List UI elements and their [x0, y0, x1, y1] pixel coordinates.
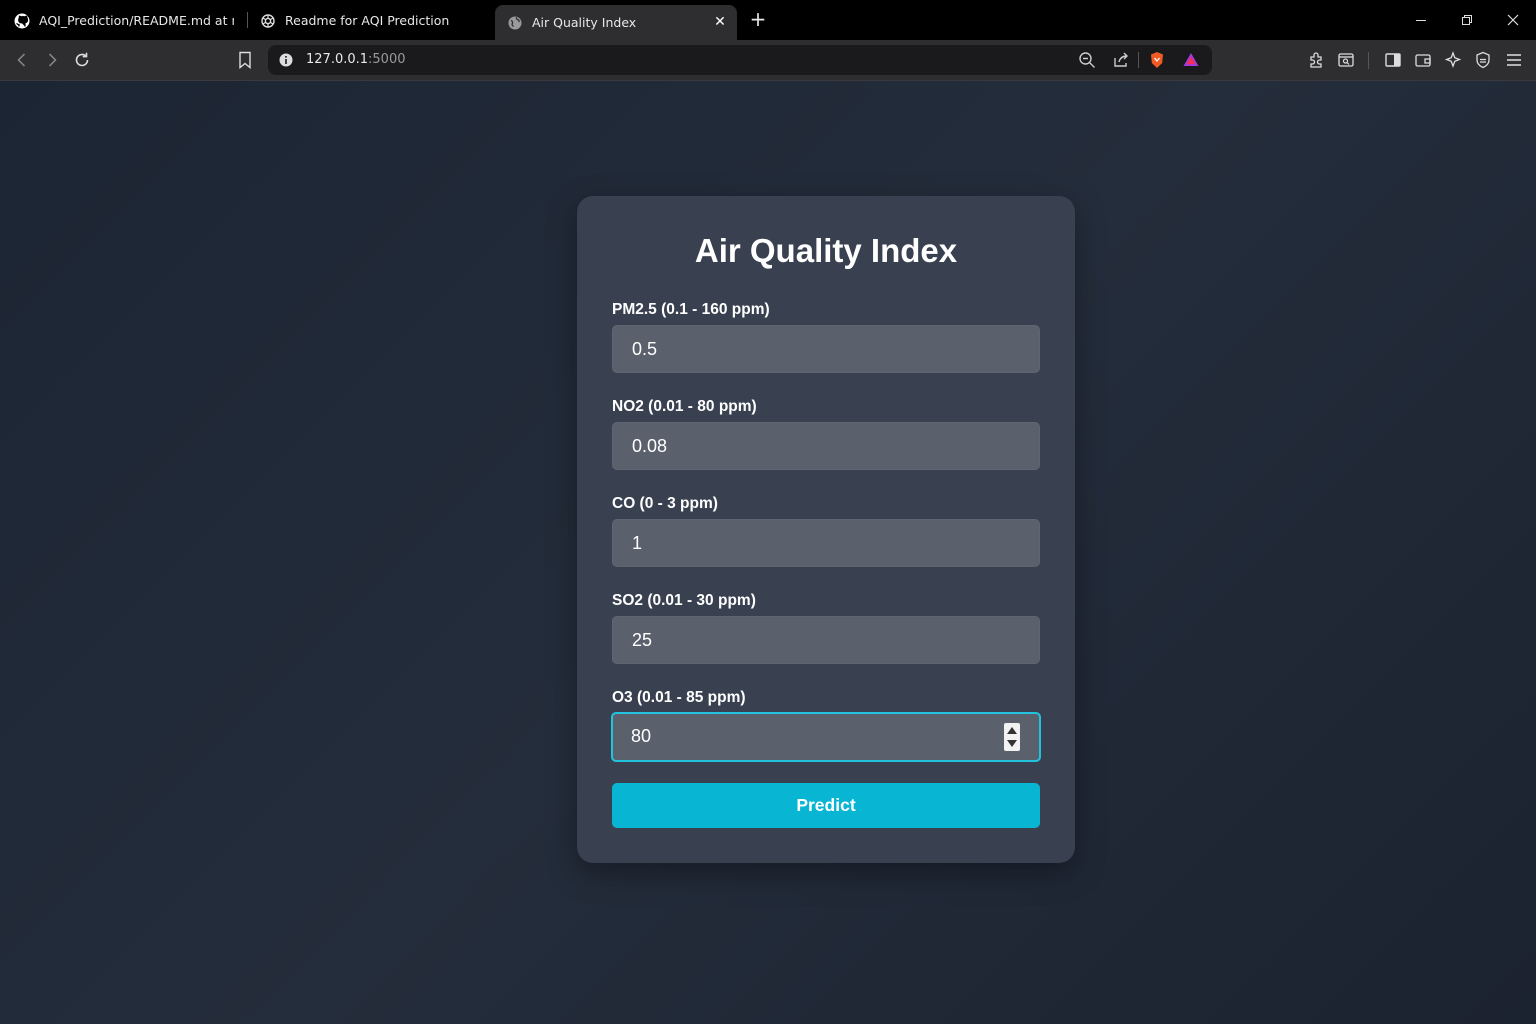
brave-rewards-icon[interactable]	[1182, 51, 1200, 69]
tab-strip: AQI_Prediction/README.md at main Readme …	[0, 0, 1536, 40]
restore-icon[interactable]	[1457, 10, 1477, 30]
leo-ai-icon[interactable]	[1442, 49, 1464, 71]
wallet-icon[interactable]	[1412, 49, 1434, 71]
site-info-icon[interactable]	[278, 52, 294, 68]
menu-icon[interactable]	[1503, 49, 1525, 71]
tab-title: Readme for AQI Prediction	[285, 13, 450, 28]
page-viewport: Air Quality Index PM2.5 (0.1 - 160 ppm) …	[0, 81, 1536, 1024]
sidebar-icon[interactable]	[1382, 49, 1404, 71]
co-label: CO (0 - 3 ppm)	[612, 495, 718, 512]
back-icon[interactable]	[11, 49, 33, 71]
url-text: 127.0.0.1:5000	[306, 52, 406, 67]
no2-label: NO2 (0.01 - 80 ppm)	[612, 398, 757, 415]
no2-input[interactable]: 0.08	[612, 422, 1040, 470]
aqi-form-card: Air Quality Index PM2.5 (0.1 - 160 ppm) …	[577, 196, 1075, 863]
address-bar[interactable]: 127.0.0.1:5000	[268, 45, 1212, 75]
spinner-up-icon[interactable]	[1007, 727, 1017, 734]
co-input[interactable]: 1	[612, 519, 1040, 567]
browser-toolbar: 127.0.0.1:5000	[0, 40, 1536, 81]
o3-label: O3 (0.01 - 85 ppm)	[612, 689, 746, 706]
tab-air-quality-index[interactable]: Air Quality Index ✕	[495, 5, 737, 40]
close-window-icon[interactable]	[1503, 10, 1523, 30]
bookmark-icon[interactable]	[234, 49, 256, 71]
tab-readme-aqi[interactable]: Readme for AQI Prediction	[260, 5, 480, 36]
tab-title: Air Quality Index	[532, 15, 637, 30]
tab-search-icon[interactable]	[1335, 49, 1357, 71]
vpn-shield-icon[interactable]	[1472, 49, 1494, 71]
so2-input[interactable]: 25	[612, 616, 1040, 664]
share-icon[interactable]	[1112, 51, 1130, 69]
forward-icon[interactable]	[41, 49, 63, 71]
pm25-input[interactable]: 0.5	[612, 325, 1040, 373]
pm25-label: PM2.5 (0.1 - 160 ppm)	[612, 301, 770, 318]
chatgpt-icon	[260, 13, 276, 29]
predict-button[interactable]: Predict	[612, 783, 1040, 828]
spinner-down-icon[interactable]	[1007, 740, 1017, 747]
page-title: Air Quality Index	[694, 232, 958, 269]
new-tab-button[interactable]: +	[748, 9, 768, 29]
close-tab-icon[interactable]: ✕	[712, 14, 728, 30]
reload-icon[interactable]	[71, 49, 93, 71]
toolbar-separator	[1368, 52, 1369, 69]
zoom-icon[interactable]	[1078, 51, 1096, 69]
github-icon	[14, 13, 30, 29]
tab-github-readme[interactable]: AQI_Prediction/README.md at main	[14, 5, 234, 36]
o3-input[interactable]: 80	[611, 712, 1041, 762]
globe-icon	[507, 15, 523, 31]
brave-shields-icon[interactable]	[1148, 51, 1166, 69]
extensions-icon[interactable]	[1305, 49, 1327, 71]
tab-separator	[247, 12, 248, 28]
number-spinner[interactable]	[1004, 723, 1020, 751]
omnibox-separator	[1138, 52, 1139, 68]
tab-title: AQI_Prediction/README.md at main	[39, 13, 234, 28]
o3-value: 80	[631, 726, 652, 746]
so2-label: SO2 (0.01 - 30 ppm)	[612, 592, 756, 609]
minimize-icon[interactable]	[1411, 10, 1431, 30]
